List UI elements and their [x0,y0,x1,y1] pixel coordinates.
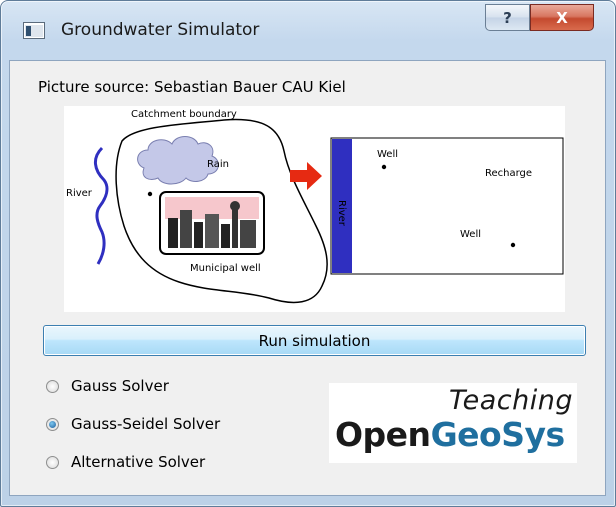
run-simulation-label: Run simulation [258,331,371,350]
well-bottom-label: Well [460,229,481,240]
gauss-seidel-solver-radio[interactable]: Gauss-Seidel Solver [46,415,220,433]
catchment-boundary-label: Catchment boundary [131,109,237,120]
recharge-label: Recharge [485,168,532,179]
model-box [330,137,564,275]
help-button[interactable]: ? [485,4,530,31]
alternative-solver-label: Alternative Solver [71,453,206,471]
radio-indicator[interactable] [46,455,59,469]
gauss-seidel-solver-label: Gauss-Seidel Solver [71,415,221,433]
red-arrow [290,162,322,190]
rain-label: Rain [207,159,229,170]
municipal-well-label: Municipal well [190,263,261,274]
river-line [94,146,109,265]
window-title: Groundwater Simulator [61,20,260,40]
title-bar[interactable]: Groundwater Simulator ? X [1,1,615,61]
radio-indicator[interactable] [46,379,59,393]
radio-indicator-selected[interactable] [46,417,59,431]
groundwater-picture: Catchment boundary River Rain Municipal … [64,106,565,312]
groundwater-illustration: Catchment boundary River Rain Municipal … [66,109,564,304]
logo-wordmark: OpenGeoSys [335,415,565,454]
logo-geosys-text: GeoSys [430,415,566,454]
help-icon: ? [503,8,512,27]
app-window-icon [23,22,45,39]
close-icon: X [556,8,568,27]
run-simulation-button[interactable]: Run simulation [43,325,586,356]
river-left-label: River [66,188,93,199]
close-button[interactable]: X [530,4,594,31]
well-bottom-dot [510,242,516,248]
picture-source-label: Picture source: Sebastian Bauer CAU Kiel [38,78,346,96]
well-top-label: Well [377,149,398,160]
logo-teaching-text: Teaching [448,385,573,416]
municipal-well-dot [147,191,153,197]
river-band-label: River [336,200,347,227]
alternative-solver-radio[interactable]: Alternative Solver [46,453,205,471]
well-top-dot [381,164,387,170]
logo-open-text: Open [335,415,431,454]
gauss-solver-label: Gauss Solver [71,377,169,395]
opengeosys-logo: Teaching OpenGeoSys [329,383,577,463]
gauss-solver-radio[interactable]: Gauss Solver [46,377,169,395]
